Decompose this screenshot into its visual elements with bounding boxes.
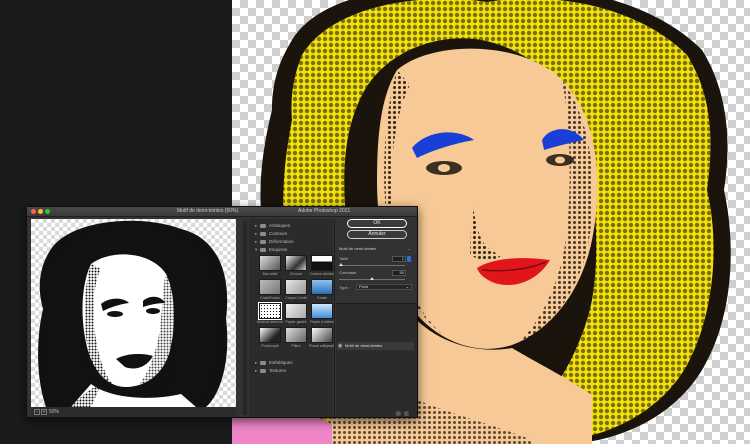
thumb-label: Papier gaufré <box>285 320 307 324</box>
slider-knob[interactable] <box>370 277 374 280</box>
size-stepper[interactable] <box>407 256 411 262</box>
folder-icon <box>260 231 266 236</box>
folder-open-icon <box>260 247 266 252</box>
size-slider[interactable] <box>339 263 405 266</box>
folder-esthetiques[interactable]: ▸ Esthétiques <box>255 359 293 366</box>
zoom-out-button[interactable]: − <box>34 409 40 415</box>
layer-actions: ▤ ▥ <box>388 411 414 417</box>
filter-dropdown-value: Motif de demi-teintes <box>339 246 377 251</box>
folder-icon <box>260 223 266 228</box>
filter-dialog-title: Motif de demi-teintes (50%) <box>177 208 239 214</box>
size-value-field[interactable]: 1 <box>392 256 406 262</box>
thumb-motif-demi-teintes[interactable] <box>258 302 282 320</box>
eye-icon[interactable]: ◉ <box>338 343 342 349</box>
filter-preview[interactable] <box>31 219 236 407</box>
thumb-bas-relief[interactable] <box>259 255 281 271</box>
folder-icon <box>260 368 266 373</box>
folder-icon <box>260 239 266 244</box>
close-window-icon[interactable] <box>31 209 36 214</box>
folder-esquisse[interactable]: ▾ Esquisse <box>255 246 287 253</box>
folder-label: Textures <box>269 368 287 373</box>
ok-button[interactable]: OK <box>347 219 407 228</box>
thumb-label: Crayon Conté <box>285 296 307 300</box>
effect-layer-row[interactable]: ◉ Motif de demi-teintes <box>337 342 414 350</box>
minimize-window-icon[interactable] <box>38 209 43 214</box>
thumb-label: Plâtre <box>291 344 301 348</box>
thumb-label: Contour déchiré <box>309 272 335 276</box>
thumb-platre[interactable] <box>285 327 307 343</box>
filter-gallery: ▸ Artistiques ▸ Contours ▸ Déformation ▾ Esq… <box>249 219 335 417</box>
effect-layer-label: Motif de demi-teintes <box>345 343 383 348</box>
gallery-scrollbar[interactable] <box>243 221 247 415</box>
effect-layers-list: ◉ Motif de demi-teintes <box>336 303 417 417</box>
new-effect-layer-icon[interactable]: ▤ <box>396 411 401 417</box>
thumb-crayon-conte[interactable] <box>285 279 307 295</box>
folder-artistiques[interactable]: ▸ Artistiques <box>255 222 290 229</box>
folder-label: Artistiques <box>269 223 291 228</box>
preview-footer: − + 50% <box>31 407 236 417</box>
slider-knob[interactable] <box>339 263 343 266</box>
folder-label: Esquisse <box>269 247 288 252</box>
filter-gallery-dialog: Motif de demi-teintes (50%) Adobe Photos… <box>26 206 418 418</box>
zoom-level[interactable]: 50% <box>49 409 59 415</box>
zoom-in-button[interactable]: + <box>41 409 47 415</box>
filter-dropdown[interactable]: Motif de demi-teintes ⌄ <box>339 245 413 252</box>
thumb-photocopie[interactable] <box>259 327 281 343</box>
app-title: Adobe Photoshop 2021 <box>298 208 351 214</box>
thumb-label: Bas-relief <box>262 272 278 276</box>
thumb-contour-dechire[interactable] <box>311 255 333 271</box>
trash-icon[interactable]: ▥ <box>404 411 409 417</box>
preview-image <box>38 220 228 407</box>
filter-settings-panel: OK Annuler Motif de demi-teintes ⌄ Taill… <box>336 219 417 417</box>
thumb-chrome[interactable] <box>285 255 307 271</box>
panel-divider <box>334 219 335 417</box>
thumb-label: Craie/Fusain <box>260 296 280 300</box>
folder-deformation[interactable]: ▸ Déformation <box>255 238 294 245</box>
thumb-label: Chrome <box>289 272 303 276</box>
contrast-value-field[interactable]: 50 <box>392 270 406 276</box>
thumb-fusain[interactable] <box>311 279 333 295</box>
thumb-label: Motif de demi-teintes <box>257 320 283 324</box>
contrast-slider[interactable] <box>339 277 405 280</box>
zoom-window-icon[interactable] <box>45 209 50 214</box>
folder-textures[interactable]: ▸ Textures <box>255 367 286 374</box>
thumb-papier-lettres[interactable] <box>311 303 333 319</box>
thumb-label: Papier à lettres <box>310 320 334 324</box>
thumb-papier-gaufre[interactable] <box>285 303 307 319</box>
thumb-craie-fusain[interactable] <box>259 279 281 295</box>
folder-icon <box>260 360 266 365</box>
folder-label: Esthétiques <box>269 360 293 365</box>
folder-label: Déformation <box>269 239 294 244</box>
folder-label: Contours <box>269 231 288 236</box>
contrast-label: Contraste <box>339 270 357 275</box>
cancel-button[interactable]: Annuler <box>347 230 407 239</box>
dialog-titlebar: Motif de demi-teintes (50%) Adobe Photos… <box>27 207 417 217</box>
type-dropdown[interactable]: Point ⌄ <box>356 284 412 290</box>
thumb-plume-calligraphique[interactable] <box>311 327 333 343</box>
thumb-label: Plume calligraphique <box>309 344 335 348</box>
thumb-label: Photocopie <box>261 344 279 348</box>
thumb-label: Fusain <box>316 296 328 300</box>
type-dropdown-value: Point <box>359 284 369 289</box>
chevron-down-icon: ⌄ <box>407 246 411 251</box>
photoshop-workspace: Motif de demi-teintes (50%) Adobe Photos… <box>0 0 750 444</box>
type-label: Type : <box>339 285 350 290</box>
size-label: Taille <box>339 256 349 261</box>
folder-contours[interactable]: ▸ Contours <box>255 230 287 237</box>
chevron-down-icon: ⌄ <box>405 284 409 289</box>
